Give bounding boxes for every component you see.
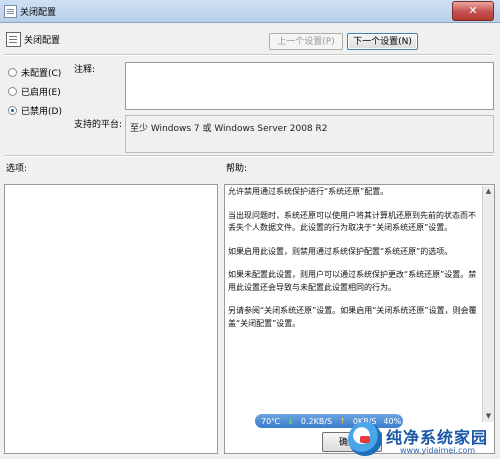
- radio-not-configured[interactable]: 未配置(C): [8, 66, 61, 79]
- radio-label: 未配置(C): [21, 69, 62, 79]
- options-pane: [4, 184, 218, 454]
- cpu-temperature: 70℃: [261, 416, 281, 426]
- help-paragraph: 当出现问题时，系统还原可以使用户将其计算机还原到先前的状态而不丢失个人数据文件。…: [228, 210, 476, 233]
- help-scrollbar[interactable]: ▲ ▼: [482, 186, 494, 422]
- policy-app-icon: [4, 5, 17, 18]
- help-paragraph: 如果启用此设置，则禁用通过系统保护配置“系统还原”的选项。: [228, 246, 453, 256]
- watermark-name: 纯净系统家园: [386, 428, 489, 447]
- download-arrow-icon: ↓: [287, 416, 294, 426]
- setting-title: 关闭配置: [24, 36, 61, 46]
- radio-button-icon: [8, 68, 17, 77]
- comment-textarea[interactable]: [125, 62, 494, 110]
- help-paragraph: 另请参阅“关闭系统还原”设置。如果启用“关闭系统还原”设置，则会覆盖“关闭配置”…: [228, 306, 477, 328]
- radio-button-checked-icon: [8, 106, 17, 115]
- window-title: 关闭配置: [20, 8, 57, 18]
- next-setting-button[interactable]: 下一个设置(N): [347, 33, 418, 50]
- upload-arrow-icon: ↑: [339, 416, 346, 426]
- site-watermark: 纯净系统家园 www.yidaimei.com: [348, 420, 498, 458]
- scroll-down-arrow-icon[interactable]: ▼: [485, 413, 492, 420]
- watermark-logo-icon: [348, 422, 382, 456]
- help-paragraph: 允许禁用通过系统保护进行“系统还原”配置。: [228, 187, 389, 196]
- watermark-url: www.yidaimei.com: [400, 446, 476, 455]
- policy-setting-icon: [6, 32, 21, 47]
- section-divider: [4, 155, 494, 157]
- supported-platform-field: 至少 Windows 7 或 Windows Server 2008 R2: [125, 115, 494, 153]
- supported-platform-label: 支持的平台:: [74, 120, 123, 130]
- radio-disabled[interactable]: 已禁用(D): [8, 104, 62, 117]
- scroll-up-arrow-icon[interactable]: ▲: [485, 188, 492, 195]
- radio-button-icon: [8, 87, 17, 96]
- radio-label: 已禁用(D): [21, 107, 62, 117]
- close-button[interactable]: ✕: [452, 1, 494, 21]
- supported-platform-value: 至少 Windows 7 或 Windows Server 2008 R2: [130, 124, 328, 134]
- help-label: 帮助:: [226, 164, 248, 174]
- radio-enabled[interactable]: 已启用(E): [8, 85, 61, 98]
- options-label: 选项:: [6, 164, 28, 174]
- radio-label: 已启用(E): [21, 88, 61, 98]
- comment-label: 注释:: [74, 65, 96, 75]
- help-paragraph: 如果未配置此设置，则用户可以通过系统保护更改“系统还原”设置。禁用此设置还会导致…: [228, 270, 477, 292]
- download-speed: 0.2KB/S: [300, 416, 333, 426]
- title-bar: 关闭配置 ✕: [0, 0, 500, 23]
- help-text: 允许禁用通过系统保护进行“系统还原”配置。 当出现问题时，系统还原可以使用户将其…: [228, 186, 482, 341]
- previous-setting-button[interactable]: 上一个设置(P): [269, 33, 343, 50]
- header-divider: [4, 54, 494, 56]
